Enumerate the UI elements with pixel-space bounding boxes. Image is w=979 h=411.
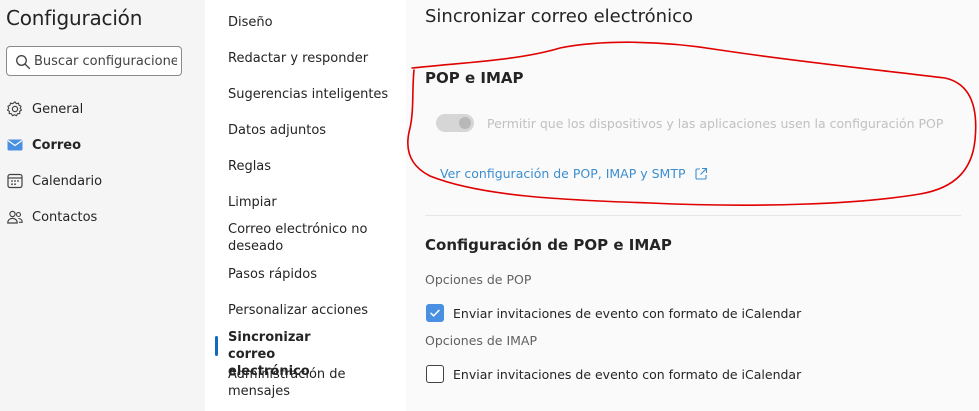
checkmark-icon — [430, 309, 440, 317]
nav-label-general: General — [32, 101, 84, 117]
nav-calendario[interactable]: Calendario — [6, 169, 102, 193]
open-external-icon — [694, 167, 708, 181]
nav-label-correo: Correo — [32, 137, 82, 153]
gear-icon — [6, 100, 24, 118]
page-title: Sincronizar correo electrónico — [425, 6, 694, 27]
nav-label-calendario: Calendario — [32, 173, 103, 189]
nav-correo[interactable]: Correo — [6, 133, 81, 157]
submenu-reglas[interactable]: Reglas — [228, 158, 398, 175]
nav-general[interactable]: General — [6, 97, 83, 121]
search-input[interactable] — [34, 51, 177, 71]
nav-contactos[interactable]: Contactos — [6, 205, 97, 229]
imap-icalendar-checkbox[interactable] — [426, 365, 444, 383]
search-icon — [15, 54, 31, 70]
pop-toggle-label: Permitir que los dispositivos y las apli… — [487, 116, 944, 131]
submenu-redactar[interactable]: Redactar y responder — [228, 50, 398, 67]
settings-title: Configuración — [6, 6, 143, 30]
link-text: Ver configuración de POP, IMAP y SMTP — [440, 166, 686, 181]
imap-options-label: Opciones de IMAP — [425, 333, 538, 348]
config-heading: Configuración de POP e IMAP — [425, 236, 672, 254]
submenu-adjuntos[interactable]: Datos adjuntos — [228, 122, 398, 139]
view-pop-imap-smtp-link[interactable]: Ver configuración de POP, IMAP y SMTP — [440, 166, 708, 181]
mail-icon — [6, 136, 24, 154]
submenu-personalizar[interactable]: Personalizar acciones — [228, 302, 398, 319]
people-icon — [6, 208, 24, 226]
sync-email-content: Sincronizar correo electrónico POP e IMA… — [406, 0, 979, 411]
imap-icalendar-label: Enviar invitaciones de evento con format… — [453, 367, 802, 382]
submenu-limpiar[interactable]: Limpiar — [228, 194, 398, 211]
pop-toggle[interactable] — [436, 114, 474, 132]
pop-icalendar-label: Enviar invitaciones de evento con format… — [453, 306, 802, 321]
submenu-administracion[interactable]: Administración de mensajes — [228, 366, 358, 400]
pop-options-label: Opciones de POP — [425, 272, 532, 287]
submenu-pasos-rapidos[interactable]: Pasos rápidos — [228, 266, 398, 283]
toggle-knob — [459, 117, 471, 129]
submenu-diseno[interactable]: Diseño — [228, 14, 398, 31]
section-divider — [425, 215, 961, 216]
settings-nav-pane: Configuración General Correo Calendario … — [0, 0, 205, 411]
pop-imap-heading: POP e IMAP — [425, 69, 524, 87]
nav-label-contactos: Contactos — [32, 209, 98, 225]
submenu-no-deseado[interactable]: Correo electrónico no deseado — [228, 221, 373, 255]
submenu-sugerencias[interactable]: Sugerencias inteligentes — [228, 86, 398, 103]
pop-icalendar-checkbox[interactable] — [426, 304, 444, 322]
selection-indicator — [215, 336, 218, 356]
calendar-icon — [6, 172, 24, 190]
mail-settings-submenu: Diseño Redactar y responder Sugerencias … — [205, 0, 406, 411]
search-box[interactable] — [6, 46, 182, 76]
